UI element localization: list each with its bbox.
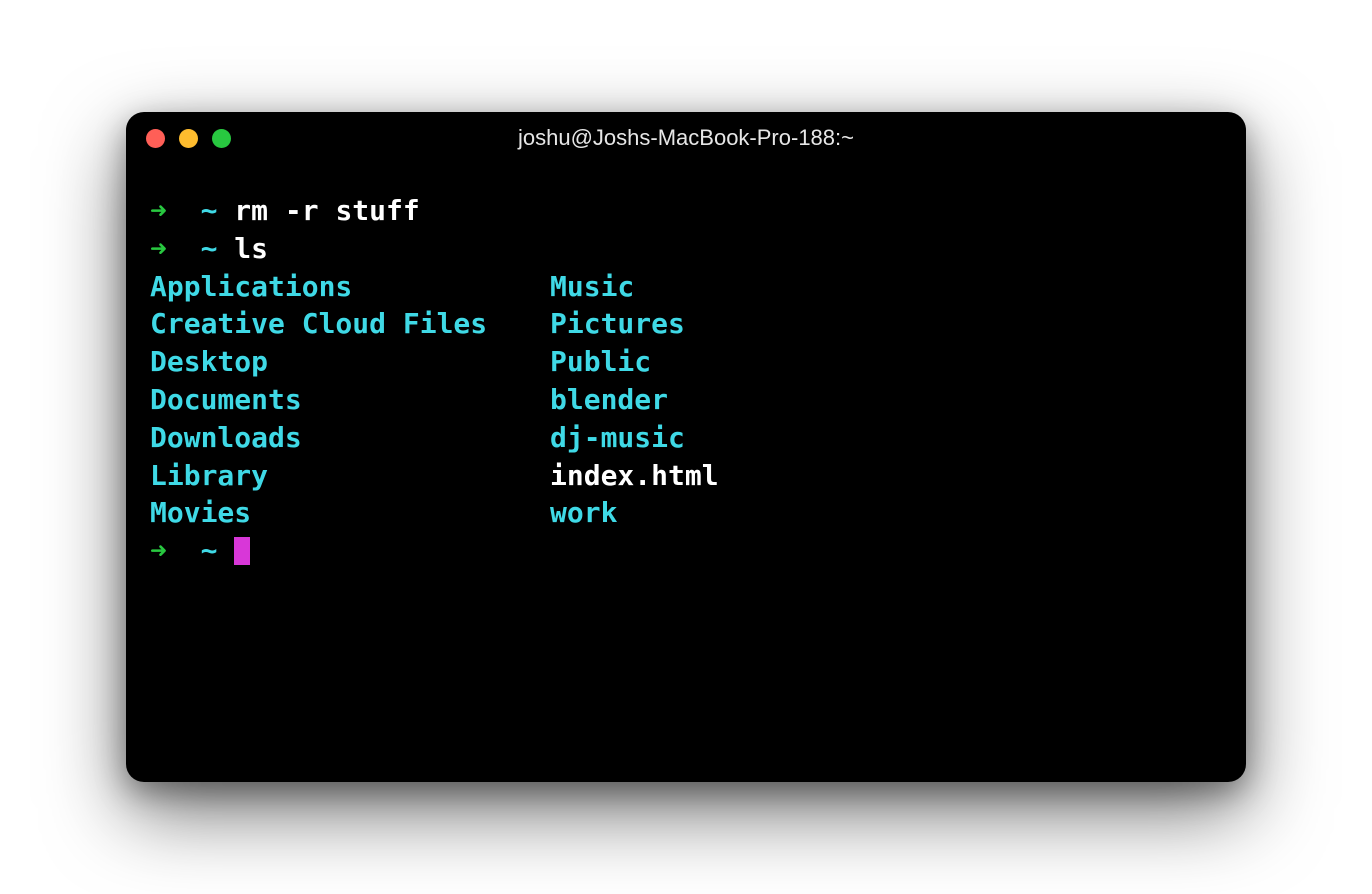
directory-entry: Movies <box>150 494 550 532</box>
file-entry: index.html <box>550 457 719 495</box>
terminal-content[interactable]: ➜ ~ rm -r stuff ➜ ~ ls ApplicationsCreat… <box>126 164 1246 782</box>
window-title: joshu@Joshs-MacBook-Pro-188:~ <box>126 125 1246 151</box>
titlebar: joshu@Joshs-MacBook-Pro-188:~ <box>126 112 1246 164</box>
prompt-arrow-icon: ➜ <box>150 232 167 265</box>
maximize-button[interactable] <box>212 129 231 148</box>
directory-entry: work <box>550 494 719 532</box>
minimize-button[interactable] <box>179 129 198 148</box>
prompt-arrow-icon: ➜ <box>150 534 167 567</box>
directory-entry: Library <box>150 457 550 495</box>
cursor <box>234 537 250 565</box>
prompt-path: ~ <box>201 232 218 265</box>
directory-entry: dj-music <box>550 419 719 457</box>
directory-entry: Creative Cloud Files <box>150 305 550 343</box>
directory-entry: Downloads <box>150 419 550 457</box>
directory-entry: Music <box>550 268 719 306</box>
directory-entry: Documents <box>150 381 550 419</box>
traffic-lights <box>146 129 231 148</box>
directory-entry: blender <box>550 381 719 419</box>
directory-entry: Pictures <box>550 305 719 343</box>
prompt-path: ~ <box>201 194 218 227</box>
directory-entry: Public <box>550 343 719 381</box>
close-button[interactable] <box>146 129 165 148</box>
ls-column: MusicPicturesPublicblenderdj-musicindex.… <box>550 268 719 533</box>
directory-entry: Applications <box>150 268 550 306</box>
ls-output: ApplicationsCreative Cloud FilesDesktopD… <box>150 268 1222 533</box>
ls-column: ApplicationsCreative Cloud FilesDesktopD… <box>150 268 550 533</box>
prompt-path: ~ <box>201 534 218 567</box>
directory-entry: Desktop <box>150 343 550 381</box>
prompt-arrow-icon: ➜ <box>150 194 167 227</box>
command-text: ls <box>234 232 268 265</box>
command-text: rm -r stuff <box>234 194 419 227</box>
terminal-window: joshu@Joshs-MacBook-Pro-188:~ ➜ ~ rm -r … <box>126 112 1246 782</box>
